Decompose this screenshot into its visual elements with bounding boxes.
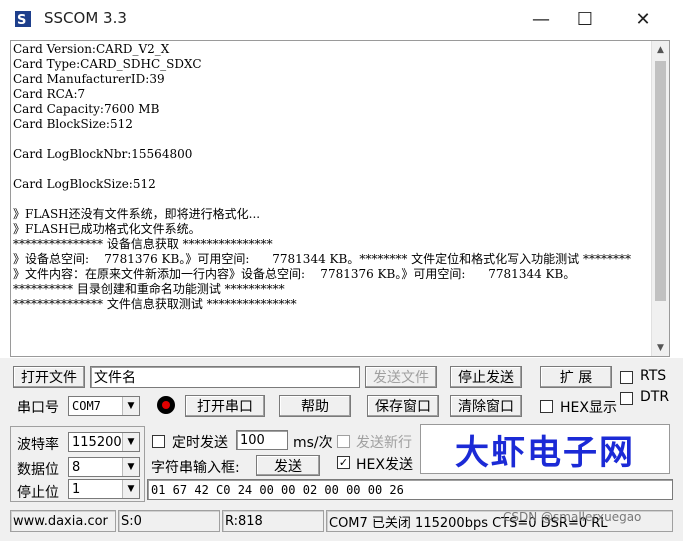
stop-bits-value: 1 <box>72 481 81 497</box>
data-bits-label: 数据位 <box>17 462 59 478</box>
file-name-input[interactable]: 文件名 <box>90 366 360 388</box>
send-file-button[interactable]: 发送文件 <box>365 366 437 388</box>
clear-window-button[interactable]: 清除窗口 <box>450 395 522 417</box>
chevron-down-icon: ▼ <box>122 458 139 476</box>
send-data-input[interactable]: 01 67 42 C0 24 00 00 02 00 00 00 26 <box>147 479 673 500</box>
rts-label: RTS <box>640 368 667 384</box>
expand-button[interactable]: 扩 展 <box>540 366 612 388</box>
data-bits-select[interactable]: 8 ▼ <box>68 457 140 477</box>
data-bits-value: 8 <box>72 459 81 475</box>
vertical-scrollbar[interactable]: ▲ ▼ <box>651 41 669 356</box>
chevron-down-icon: ▼ <box>122 480 139 498</box>
save-window-button[interactable]: 保存窗口 <box>367 395 439 417</box>
status-received-count: R:818 <box>222 510 324 532</box>
baud-label: 波特率 <box>17 437 59 453</box>
port-select[interactable]: COM7 ▼ <box>68 396 140 416</box>
port-label: 串口号 <box>17 400 59 416</box>
send-button[interactable]: 发送 <box>256 455 320 476</box>
chevron-down-icon: ▼ <box>122 433 139 451</box>
minimize-button[interactable]: — <box>518 4 564 34</box>
rts-checkbox[interactable] <box>620 371 633 384</box>
window-title: SSCOM 3.3 <box>44 9 127 27</box>
stop-send-button[interactable]: 停止发送 <box>450 366 522 388</box>
dtr-label: DTR <box>640 389 670 405</box>
hex-display-checkbox[interactable] <box>540 400 553 413</box>
status-sent-count: S:0 <box>118 510 220 532</box>
app-icon: S <box>15 11 31 28</box>
status-website: www.daxia.cor <box>10 510 116 532</box>
port-status-indicator-icon <box>157 396 175 414</box>
dtr-checkbox[interactable] <box>620 392 633 405</box>
interval-unit-label: ms/次 <box>293 435 333 451</box>
close-button[interactable]: ✕ <box>620 4 666 34</box>
hex-display-label: HEX显示 <box>560 400 617 416</box>
stop-bits-select[interactable]: 1 ▼ <box>68 479 140 499</box>
watermark: CSDN @smallerxuegao <box>503 510 642 524</box>
scroll-down-icon[interactable]: ▼ <box>652 339 669 356</box>
title-bar: S SSCOM 3.3 — ☐ ✕ <box>0 0 683 38</box>
hex-send-label: HEX发送 <box>356 457 413 473</box>
svg-text:S: S <box>17 13 26 28</box>
timed-send-label: 定时发送 <box>172 435 228 451</box>
scroll-up-icon[interactable]: ▲ <box>652 41 669 58</box>
receive-text: Card Version:CARD_V2_X Card Type:CARD_SD… <box>13 42 631 311</box>
stop-bits-label: 停止位 <box>17 485 59 501</box>
string-input-label: 字符串输入框: <box>151 460 240 476</box>
scroll-thumb[interactable] <box>655 61 666 301</box>
brand-logo: 大虾电子网 <box>420 424 670 474</box>
maximize-button[interactable]: ☐ <box>562 4 608 34</box>
baud-value: 115200 <box>72 434 122 450</box>
receive-area[interactable]: Card Version:CARD_V2_X Card Type:CARD_SD… <box>10 40 670 357</box>
open-file-button[interactable]: 打开文件 <box>13 366 85 388</box>
chevron-down-icon: ▼ <box>122 397 139 415</box>
interval-input[interactable]: 100 <box>236 430 288 450</box>
send-newline-label: 发送新行 <box>356 435 412 451</box>
help-button[interactable]: 帮助 <box>279 395 351 417</box>
timed-send-checkbox[interactable] <box>152 435 165 448</box>
baud-select[interactable]: 115200 ▼ <box>68 432 140 452</box>
port-value: COM7 <box>72 399 101 413</box>
open-port-button[interactable]: 打开串口 <box>185 395 265 417</box>
hex-send-checkbox[interactable]: ✓ <box>337 456 350 469</box>
send-newline-checkbox[interactable] <box>337 435 350 448</box>
